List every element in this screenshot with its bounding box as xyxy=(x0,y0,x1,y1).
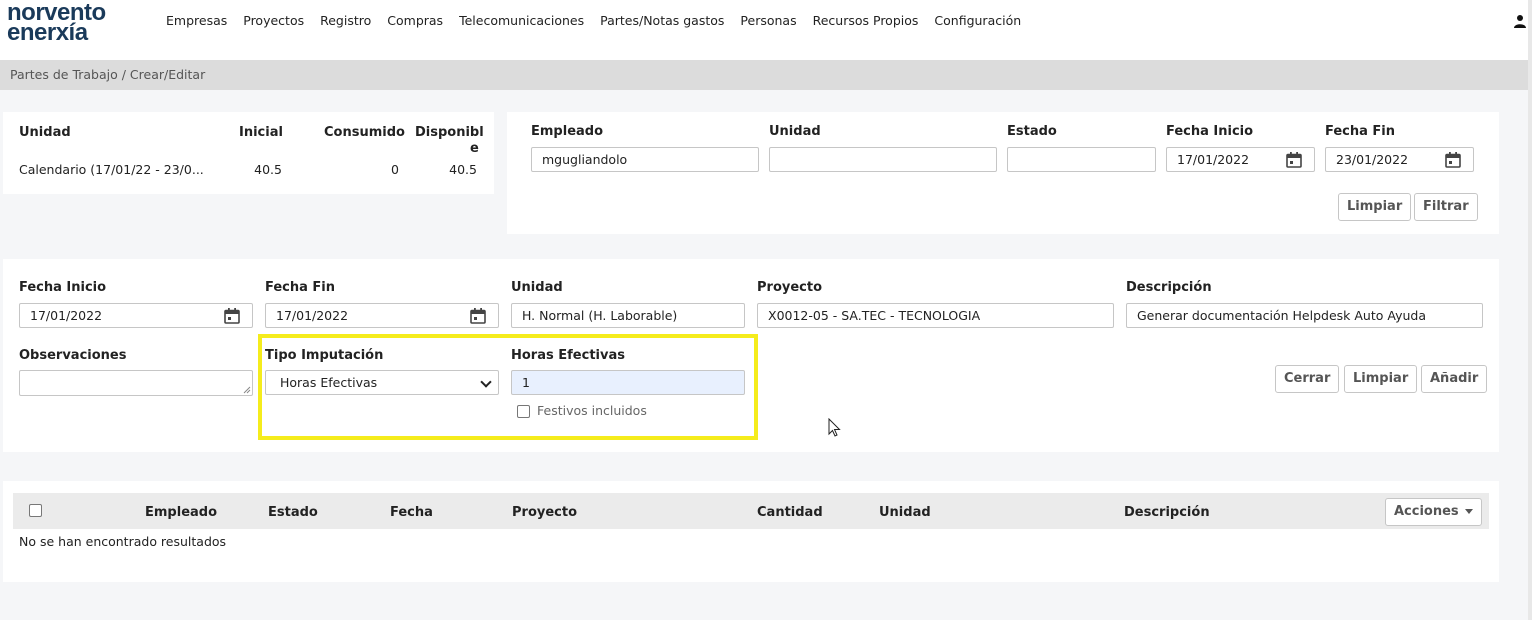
select-all-checkbox[interactable] xyxy=(29,504,42,517)
filter-estado-input[interactable] xyxy=(1007,147,1156,172)
summary-header-disponible-a: Disponibl xyxy=(415,125,484,140)
summary-header-disponible-b: e xyxy=(470,141,479,156)
filter-limpiar-button[interactable]: Limpiar xyxy=(1338,193,1412,221)
form-proyecto-label: Proyecto xyxy=(757,280,823,295)
form-fecha-inicio-label: Fecha Inicio xyxy=(19,280,107,295)
highlight-box xyxy=(258,334,758,440)
filter-fecha-inicio-value: 17/01/2022 xyxy=(1177,152,1250,167)
filter-fecha-fin-label: Fecha Fin xyxy=(1325,124,1396,139)
mouse-cursor-icon xyxy=(828,418,841,437)
table-header: Empleado Estado Fecha Proyecto Cantidad … xyxy=(13,493,1489,529)
summary-consumido-value: 0 xyxy=(391,162,399,177)
form-descripcion-label: Descripción xyxy=(1126,280,1212,295)
form-descripcion-input[interactable]: Generar documentación Helpdesk Auto Ayud… xyxy=(1126,303,1483,328)
nav-empresas[interactable]: Empresas xyxy=(166,13,227,28)
form-fecha-inicio-input[interactable]: 17/01/2022 xyxy=(19,303,253,328)
filter-empleado-label: Empleado xyxy=(531,124,604,139)
nav-partes-notas-gastos[interactable]: Partes/Notas gastos xyxy=(600,13,724,28)
form-unidad-input[interactable]: H. Normal (H. Laborable) xyxy=(511,303,745,328)
nav-telecomunicaciones[interactable]: Telecomunicaciones xyxy=(459,13,584,28)
nav-proyectos[interactable]: Proyectos xyxy=(243,13,304,28)
filter-estado-label: Estado xyxy=(1007,124,1057,139)
brand-line2: enerxía xyxy=(7,19,88,46)
calendar-icon[interactable] xyxy=(1286,152,1302,168)
nav-compras[interactable]: Compras xyxy=(387,13,443,28)
form-cerrar-button[interactable]: Cerrar xyxy=(1275,365,1340,393)
textarea-resize-icon[interactable] xyxy=(243,386,251,394)
acciones-label: Acciones xyxy=(1394,504,1459,519)
filter-fecha-fin-input[interactable]: 23/01/2022 xyxy=(1325,147,1474,172)
nav-personas[interactable]: Personas xyxy=(740,13,796,28)
column-descripcion[interactable]: Descripción xyxy=(1124,505,1210,520)
filter-unidad-label: Unidad xyxy=(769,124,821,139)
filter-fecha-inicio-input[interactable]: 17/01/2022 xyxy=(1166,147,1315,172)
column-fecha[interactable]: Fecha xyxy=(390,505,433,520)
filter-filtrar-button[interactable]: Filtrar xyxy=(1414,193,1478,221)
form-anadir-button[interactable]: Añadir xyxy=(1421,365,1488,393)
summary-header-inicial: Inicial xyxy=(239,125,283,140)
column-empleado[interactable]: Empleado xyxy=(145,505,217,520)
calendar-icon[interactable] xyxy=(224,308,240,324)
form-observaciones-textarea[interactable] xyxy=(19,370,253,396)
main-nav: Empresas Proyectos Registro Compras Tele… xyxy=(166,13,1037,28)
brand-logo[interactable]: norvento enerxía xyxy=(7,0,106,46)
calendar-icon[interactable] xyxy=(470,308,486,324)
top-navbar: norvento enerxía Empresas Proyectos Regi… xyxy=(0,0,1532,60)
form-limpiar-button[interactable]: Limpiar xyxy=(1344,365,1418,393)
breadcrumb: Partes de Trabajo / Crear/Editar xyxy=(0,60,1532,90)
column-proyecto[interactable]: Proyecto xyxy=(512,505,577,520)
column-estado[interactable]: Estado xyxy=(268,505,318,520)
acciones-dropdown-button[interactable]: Acciones xyxy=(1385,498,1482,526)
form-fecha-fin-label: Fecha Fin xyxy=(265,280,336,295)
form-unidad-label: Unidad xyxy=(511,280,563,295)
form-proyecto-input[interactable]: X0012-05 - SA.TEC - TECNOLOGIA xyxy=(757,303,1114,328)
form-fecha-inicio-value: 17/01/2022 xyxy=(30,308,103,323)
filter-empleado-input[interactable]: mgugliandolo xyxy=(531,147,759,172)
summary-header-disponible: Disponibl e xyxy=(415,125,484,157)
scrollbar[interactable] xyxy=(1528,0,1532,620)
summary-unidad-value: Calendario (17/01/22 - 23/0... xyxy=(19,162,204,177)
nav-configuracion[interactable]: Configuración xyxy=(934,13,1021,28)
nav-recursos-propios[interactable]: Recursos Propios xyxy=(813,13,919,28)
user-icon[interactable] xyxy=(1514,14,1526,28)
filter-fecha-inicio-label: Fecha Inicio xyxy=(1166,124,1254,139)
summary-card: Unidad Inicial Consumido Disponibl e Cal… xyxy=(3,112,494,194)
summary-header-consumido: Consumido xyxy=(324,125,405,140)
filter-unidad-input[interactable] xyxy=(769,147,997,172)
filter-card: Empleado mgugliandolo Unidad Estado Fech… xyxy=(507,112,1499,234)
form-fecha-fin-value: 17/01/2022 xyxy=(276,308,349,323)
column-unidad[interactable]: Unidad xyxy=(879,505,931,520)
nav-registro[interactable]: Registro xyxy=(320,13,371,28)
column-cantidad[interactable]: Cantidad xyxy=(757,505,823,520)
summary-header-unidad: Unidad xyxy=(19,125,71,140)
empty-results-message: No se han encontrado resultados xyxy=(19,534,227,549)
form-fecha-fin-input[interactable]: 17/01/2022 xyxy=(265,303,499,328)
summary-disponible-value: 40.5 xyxy=(449,162,477,177)
form-observaciones-label: Observaciones xyxy=(19,348,127,363)
caret-down-icon xyxy=(1464,509,1473,514)
calendar-icon[interactable] xyxy=(1445,152,1461,168)
filter-fecha-fin-value: 23/01/2022 xyxy=(1336,152,1409,167)
summary-inicial-value: 40.5 xyxy=(254,162,282,177)
